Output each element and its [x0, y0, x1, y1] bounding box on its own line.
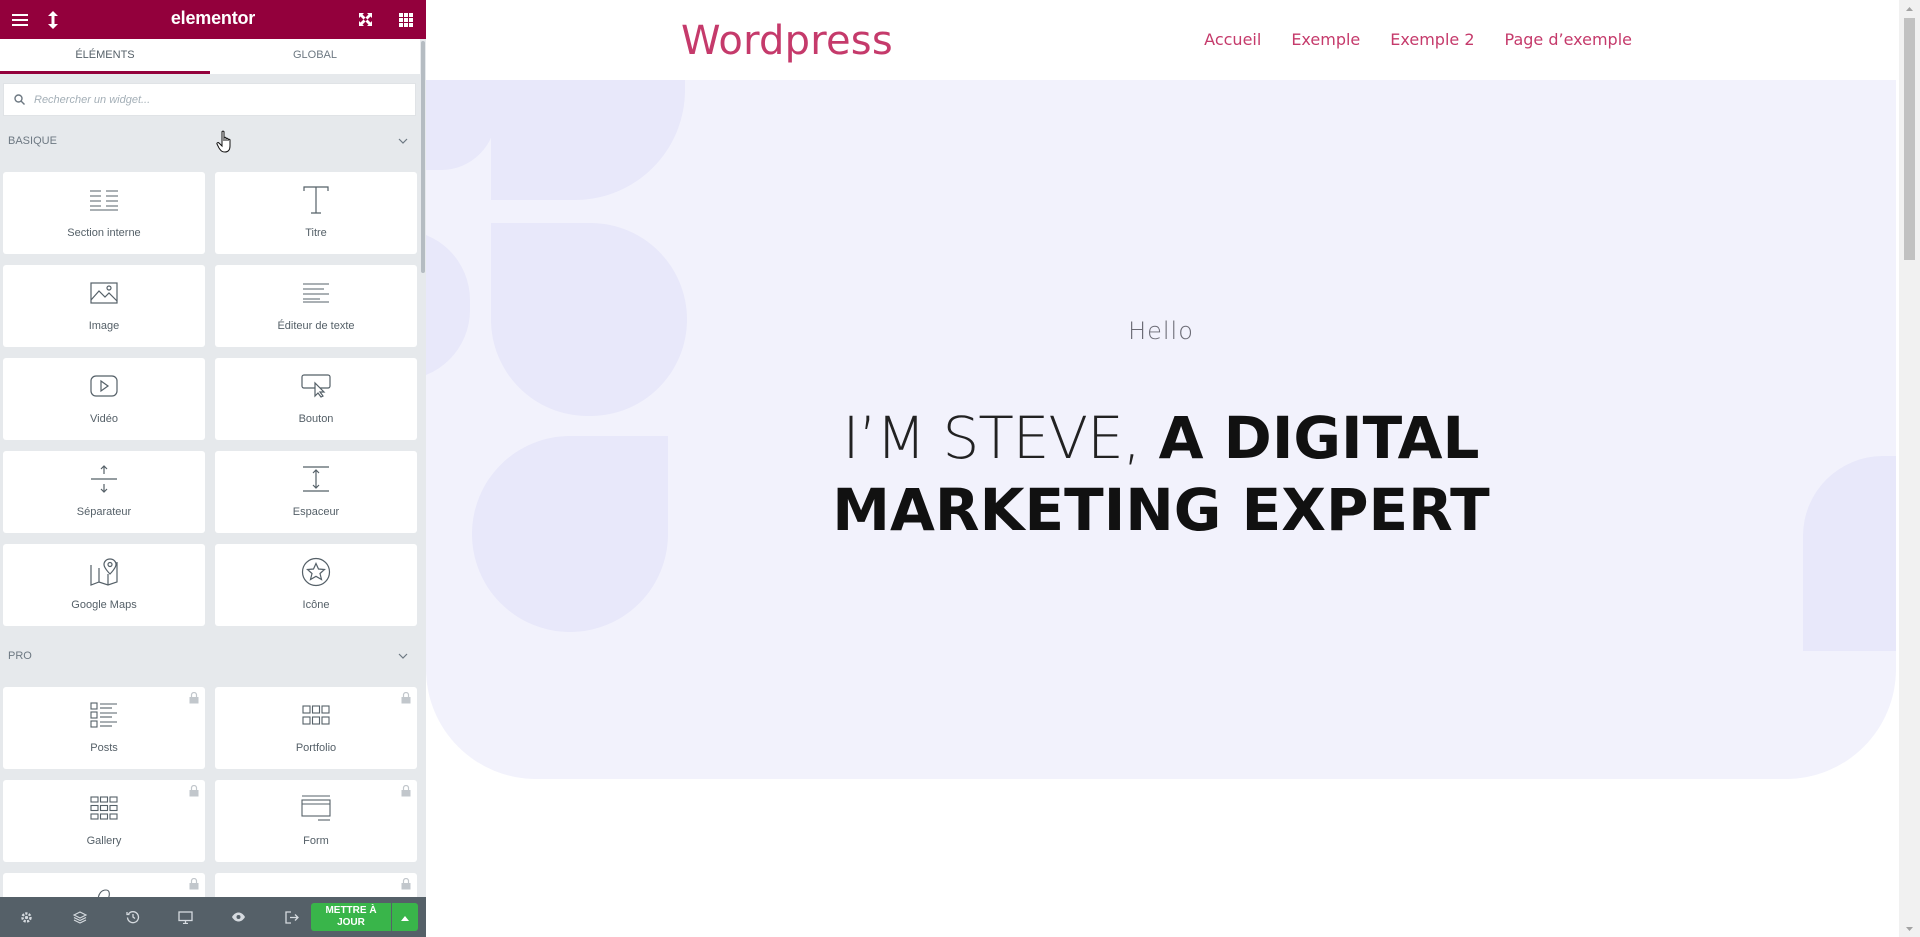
widget-search-input[interactable] — [34, 93, 394, 106]
hero-headline-light: I’M STEVE, — [842, 404, 1141, 472]
widget-divider[interactable]: Séparateur — [3, 451, 205, 533]
elementor-panel: elementor ÉLÉMENTS GLOBAL BASIQUE — [0, 0, 426, 937]
hero-section[interactable]: Hello I’M STEVE, A DIGITAL MARKETING EXP… — [426, 80, 1896, 779]
widget-search — [3, 83, 416, 116]
resize-vertical-icon[interactable] — [33, 0, 72, 39]
widget-inner-section[interactable]: Section interne — [3, 172, 205, 254]
site-nav: Accueil Exemple Exemple 2 Page d’exemple — [1204, 30, 1632, 49]
decorative-shape — [491, 80, 685, 200]
widget-image[interactable]: Image — [3, 265, 205, 347]
widget-spacer[interactable]: Espaceur — [215, 451, 417, 533]
tab-global[interactable]: GLOBAL — [210, 39, 420, 74]
settings-icon[interactable] — [0, 897, 53, 937]
widget-video[interactable]: Vidéo — [3, 358, 205, 440]
panel-scrollbar-thumb[interactable] — [421, 41, 425, 273]
heading-icon — [215, 184, 417, 216]
widget-partial-icon — [215, 885, 417, 897]
nav-item-exemple[interactable]: Exemple — [1291, 30, 1360, 49]
fullscreen-icon[interactable] — [346, 0, 385, 39]
site-header: Wordpress Accueil Exemple Exemple 2 Page… — [426, 0, 1899, 80]
update-button[interactable]: METTRE À JOUR — [311, 903, 391, 931]
chevron-down-icon — [398, 135, 408, 147]
elementor-editor: elementor ÉLÉMENTS GLOBAL BASIQUE — [0, 0, 1920, 937]
category-basique-header[interactable]: BASIQUE — [0, 126, 420, 156]
star-icon — [215, 556, 417, 588]
widget-partial[interactable] — [215, 873, 417, 897]
button-icon — [215, 370, 417, 402]
decorative-shape — [426, 80, 496, 170]
widget-label: Espaceur — [292, 506, 340, 518]
decorative-shape — [426, 230, 470, 380]
scroll-down-arrow-icon[interactable] — [1899, 920, 1920, 937]
spacer-icon — [215, 463, 417, 495]
tab-elements[interactable]: ÉLÉMENTS — [0, 39, 210, 74]
update-button-label-line2: JOUR — [337, 917, 365, 928]
widget-label: Bouton — [298, 413, 334, 425]
site-title[interactable]: Wordpress — [681, 18, 893, 64]
video-icon — [3, 370, 205, 402]
apps-grid-icon[interactable] — [386, 0, 425, 39]
nav-item-exemple-2[interactable]: Exemple 2 — [1390, 30, 1474, 49]
widget-label: Séparateur — [76, 506, 132, 518]
update-options-button[interactable] — [392, 903, 418, 931]
widget-button[interactable]: Bouton — [215, 358, 417, 440]
widget-partial[interactable] — [3, 873, 205, 897]
history-icon[interactable] — [106, 897, 159, 937]
divider-icon — [3, 463, 205, 495]
widget-label: Section interne — [67, 227, 141, 239]
scroll-up-arrow-icon[interactable] — [1899, 0, 1920, 17]
portfolio-icon — [215, 699, 417, 731]
hero-kicker: Hello — [1128, 317, 1194, 345]
widget-posts[interactable]: Posts — [3, 687, 205, 769]
caret-up-icon — [401, 908, 409, 926]
panel-footer: METTRE À JOUR — [0, 897, 426, 937]
widget-partial-icon — [3, 885, 205, 897]
widget-label: Posts — [90, 742, 118, 754]
widget-label: Titre — [305, 227, 327, 239]
widget-text-editor[interactable]: Éditeur de texte — [215, 265, 417, 347]
image-icon — [3, 277, 205, 309]
search-icon — [4, 84, 34, 115]
widget-label: Image — [88, 320, 120, 332]
widget-icon[interactable]: Icône — [215, 544, 417, 626]
widgets-list: BASIQUE Section interne Titre Image — [0, 74, 420, 897]
update-button-label-line1: METTRE À — [325, 905, 377, 916]
widget-label: Éditeur de texte — [277, 320, 355, 332]
category-title: BASIQUE — [8, 135, 57, 147]
inner-section-icon — [3, 184, 205, 216]
text-editor-icon — [215, 277, 417, 309]
responsive-mode-icon[interactable] — [159, 897, 212, 937]
gallery-icon — [3, 792, 205, 824]
widget-label: Google Maps — [71, 599, 137, 611]
google-maps-icon — [3, 556, 205, 588]
hero-headline-bold-1: A DIGITAL — [1158, 404, 1480, 472]
nav-item-accueil[interactable]: Accueil — [1204, 30, 1261, 49]
widget-form[interactable]: Form — [215, 780, 417, 862]
widget-label: Icône — [302, 599, 330, 611]
widget-portfolio[interactable]: Portfolio — [215, 687, 417, 769]
widget-label: Portfolio — [295, 742, 337, 754]
category-pro-header[interactable]: PRO — [0, 641, 420, 671]
panel-tabs: ÉLÉMENTS GLOBAL — [0, 39, 420, 74]
chevron-down-icon — [398, 650, 408, 662]
widget-gallery[interactable]: Gallery — [3, 780, 205, 862]
panel-header: elementor — [0, 0, 426, 39]
site-preview: Wordpress Accueil Exemple Exemple 2 Page… — [426, 0, 1899, 937]
category-title: PRO — [8, 650, 32, 662]
form-icon — [215, 792, 417, 824]
hero-headline: I’M STEVE, A DIGITAL MARKETING EXPERT — [426, 402, 1896, 546]
widget-label: Gallery — [86, 835, 122, 847]
navigator-layers-icon[interactable] — [53, 897, 106, 937]
posts-icon — [3, 699, 205, 731]
hero-headline-bold-2: MARKETING EXPERT — [832, 476, 1490, 544]
page-scrollbar-thumb[interactable] — [1904, 18, 1915, 260]
widget-google-maps[interactable]: Google Maps — [3, 544, 205, 626]
nav-item-page-exemple[interactable]: Page d’exemple — [1505, 30, 1632, 49]
page-scrollbar[interactable] — [1899, 0, 1920, 937]
widget-label: Form — [303, 835, 329, 847]
preview-eye-icon[interactable] — [212, 897, 265, 937]
widget-heading[interactable]: Titre — [215, 172, 417, 254]
widget-label: Vidéo — [90, 413, 118, 425]
